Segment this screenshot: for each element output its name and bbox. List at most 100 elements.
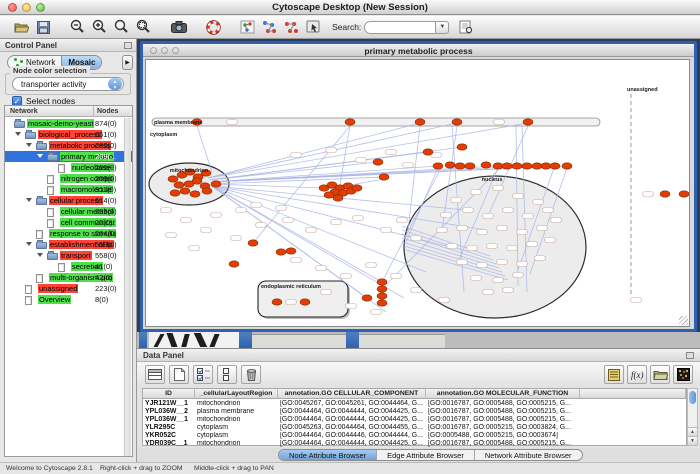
graph-node[interactable] xyxy=(248,240,258,246)
node-label[interactable] xyxy=(457,226,468,231)
node-label[interactable] xyxy=(346,304,357,309)
node-label[interactable] xyxy=(411,288,422,293)
tree-row[interactable]: cellular process614(0) xyxy=(5,195,132,206)
search-dropdown-icon[interactable]: ▼ xyxy=(436,21,449,34)
table-cell[interactable]: mitochondrion xyxy=(195,400,278,408)
scroll-up-icon[interactable]: ▲ xyxy=(688,427,697,436)
expand-arrow-icon[interactable] xyxy=(37,154,43,158)
tree-row[interactable]: transport558(0) xyxy=(5,250,132,261)
graph-node[interactable] xyxy=(333,195,343,201)
graph-node[interactable] xyxy=(445,162,455,168)
graph-node[interactable] xyxy=(211,181,221,187)
node-color-select[interactable]: transporter activity ▲▼ xyxy=(12,77,124,91)
node-label[interactable] xyxy=(503,288,514,293)
node-label[interactable] xyxy=(286,300,297,305)
node-label[interactable] xyxy=(537,226,548,231)
graph-node[interactable] xyxy=(541,163,551,169)
graph-node[interactable] xyxy=(345,119,355,125)
node-label[interactable] xyxy=(251,203,262,208)
table-cell[interactable]: [GO:0045267, GO:0045261, GO:0044464, G..… xyxy=(278,400,426,408)
node-label[interactable] xyxy=(457,260,468,265)
node-label[interactable] xyxy=(517,262,528,267)
graph-node[interactable] xyxy=(373,159,383,165)
graph-node[interactable] xyxy=(523,119,533,125)
graph-node[interactable] xyxy=(286,248,296,254)
node-label[interactable] xyxy=(321,290,332,295)
table-cell[interactable]: [GO:0016787, GO:0005488, GO:0005215, G..… xyxy=(426,408,580,416)
tree-row[interactable]: nucleobase-209(0) xyxy=(5,162,132,173)
tree-row[interactable]: multi-organism pro42(0) xyxy=(5,272,132,283)
graph-node[interactable] xyxy=(532,163,542,169)
node-label[interactable] xyxy=(631,298,642,303)
node-label[interactable] xyxy=(341,274,352,279)
graph-node[interactable] xyxy=(377,293,387,299)
table-cell[interactable]: YPL036W__2 xyxy=(143,408,195,416)
save-icon[interactable] xyxy=(33,18,53,37)
node-label[interactable] xyxy=(483,290,494,295)
scroll-down-icon[interactable]: ▼ xyxy=(688,436,697,445)
graph-node[interactable] xyxy=(377,286,387,292)
node-label[interactable] xyxy=(543,208,554,213)
node-label[interactable] xyxy=(494,120,505,125)
zoom-in-icon[interactable] xyxy=(89,18,109,37)
edge[interactable] xyxy=(212,186,382,282)
graph-node[interactable] xyxy=(660,191,670,197)
tree-row[interactable]: metabolic process280(0) xyxy=(5,140,132,151)
node-label[interactable] xyxy=(403,163,414,168)
graph-node[interactable] xyxy=(300,299,310,305)
advanced-search-icon[interactable] xyxy=(456,18,476,37)
table-cell[interactable]: mitochondrion xyxy=(195,416,278,424)
graph-node[interactable] xyxy=(362,295,372,301)
node-label[interactable] xyxy=(366,263,377,268)
node-label[interactable] xyxy=(535,256,546,261)
more-tabs-icon[interactable]: ▶ xyxy=(122,55,133,70)
table-cell[interactable]: mitochondrion xyxy=(195,440,278,448)
graph-node[interactable] xyxy=(452,119,462,125)
graph-node[interactable] xyxy=(512,163,522,169)
snapshot-icon[interactable] xyxy=(169,18,189,37)
graph-node[interactable] xyxy=(562,163,572,169)
node-label[interactable] xyxy=(497,226,508,231)
table-cell[interactable]: plasma membrane xyxy=(195,408,278,416)
zoom-fit-icon[interactable] xyxy=(111,18,131,37)
node-label[interactable] xyxy=(463,208,474,213)
node-label[interactable] xyxy=(533,200,544,205)
node-label[interactable] xyxy=(467,246,478,251)
node-label[interactable] xyxy=(201,228,212,233)
resize-grip-icon[interactable] xyxy=(679,316,688,325)
notes-icon[interactable] xyxy=(604,365,624,384)
new-attribute-icon[interactable] xyxy=(169,365,189,384)
node-label[interactable] xyxy=(306,228,317,233)
tab-network-attribute-browser[interactable]: Network Attribute Browser xyxy=(474,450,582,460)
graph-node[interactable] xyxy=(377,279,387,285)
graph-node[interactable] xyxy=(455,163,465,169)
node-label[interactable] xyxy=(551,218,562,223)
graph-node[interactable] xyxy=(465,163,475,169)
graph-node[interactable] xyxy=(433,163,443,169)
node-label[interactable] xyxy=(276,206,287,211)
open-icon[interactable] xyxy=(11,18,31,37)
graph-node[interactable] xyxy=(202,188,212,194)
node-label[interactable] xyxy=(181,218,192,223)
tree-row[interactable]: nitrogen compo209(0) xyxy=(5,173,132,184)
table-cell[interactable]: YPL036W__1 xyxy=(143,416,195,424)
table-cell[interactable]: cytoplasm xyxy=(195,432,278,440)
table-column-header[interactable]: ID xyxy=(143,389,195,399)
expand-arrow-icon[interactable] xyxy=(26,143,32,147)
tab-edge-attribute-browser[interactable]: Edge Attribute Browser xyxy=(376,450,474,460)
node-label[interactable] xyxy=(166,233,177,238)
graph-node[interactable] xyxy=(272,299,282,305)
table-cell[interactable]: [GO:0044464, GO:0044446, GO:0044444, G..… xyxy=(278,432,426,440)
node-label[interactable] xyxy=(493,278,504,283)
graph-node[interactable] xyxy=(415,119,425,125)
node-label[interactable] xyxy=(291,258,302,263)
node-label[interactable] xyxy=(227,120,238,125)
graph-node[interactable] xyxy=(522,163,532,169)
table-column-header[interactable]: annotation.GO CELLULAR_COMPONENT xyxy=(278,389,426,399)
node-label[interactable] xyxy=(256,223,267,228)
expand-arrow-icon[interactable] xyxy=(26,242,32,246)
node-label[interactable] xyxy=(451,198,462,203)
graph-node[interactable] xyxy=(180,188,190,194)
table-cell[interactable]: YJR121W__1 xyxy=(143,400,195,408)
tree-row[interactable]: establishment of lo558(0) xyxy=(5,239,132,250)
